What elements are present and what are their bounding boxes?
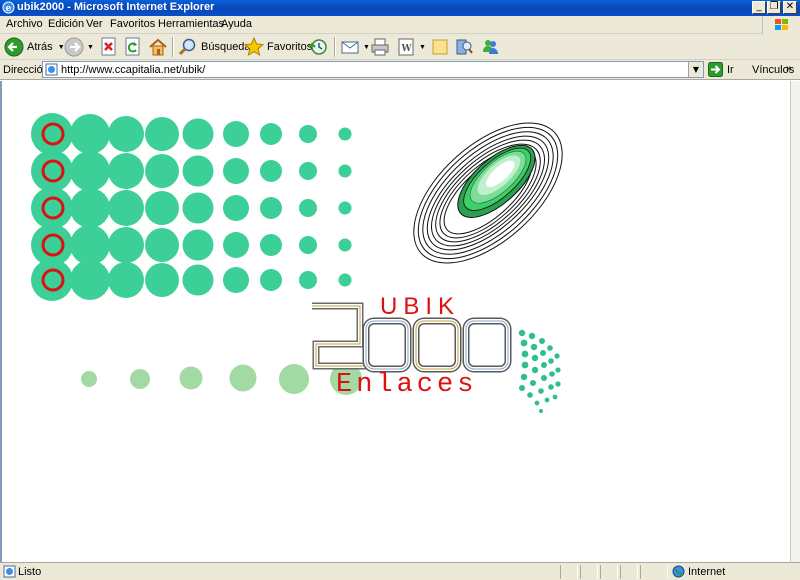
menu-archivo[interactable]: Archivo [6, 18, 43, 30]
menu-edicion[interactable]: Edición [48, 18, 84, 30]
favorites-star-icon [244, 37, 264, 57]
print-icon [371, 38, 389, 56]
page-icon [45, 63, 58, 76]
research-button[interactable] [454, 36, 474, 58]
research-icon [456, 39, 473, 55]
favorites-button[interactable]: Favoritos [244, 36, 312, 58]
favorites-label: Favoritos [267, 41, 313, 53]
restore-button[interactable]: ❐ [767, 1, 781, 14]
address-url: http://www.ccapitalia.net/ubik/ [61, 64, 206, 76]
logo-digit-zero [362, 317, 412, 373]
logo-ubik-text: UBIK [380, 293, 460, 320]
dot-column [70, 114, 110, 300]
mail-dropdown-icon[interactable]: ▼ [363, 44, 370, 51]
home-icon [149, 38, 167, 56]
page-viewport[interactable]: UBIK Enlaces [0, 81, 790, 562]
dot-column [145, 117, 179, 297]
dot-column [31, 113, 73, 301]
security-zone[interactable]: Internet [672, 565, 725, 578]
back-button[interactable]: Atrás ▼ [4, 36, 65, 58]
vertical-scrollbar[interactable] [790, 81, 800, 562]
windows-logo [762, 16, 800, 34]
search-icon [178, 38, 196, 56]
home-button[interactable] [148, 36, 168, 58]
links-chevron-icon[interactable]: » [786, 63, 792, 74]
toolbar-separator [334, 37, 336, 57]
back-arrow-icon [4, 37, 24, 57]
dot-column [108, 116, 144, 298]
forward-button[interactable]: ▼ [64, 36, 94, 58]
menu-bar: Archivo Edición Ver Favoritos Herramient… [0, 16, 800, 34]
dot-column [260, 123, 282, 291]
forward-dropdown-icon[interactable]: ▼ [87, 44, 94, 51]
page-canvas: UBIK Enlaces [31, 97, 587, 413]
refresh-icon [125, 37, 140, 56]
teal-dot-fan [518, 329, 561, 413]
logo-digit-zero [412, 317, 462, 373]
title-bar[interactable]: e ubik2000 - Microsoft Internet Explorer… [0, 0, 800, 16]
dot-column [299, 125, 317, 289]
zone-label: Internet [688, 565, 726, 578]
menu-favoritos[interactable]: Favoritos [110, 18, 155, 30]
mail-icon [341, 41, 359, 54]
address-bar: Dirección http://www.ccapitalia.net/ubik… [0, 60, 800, 80]
print-button[interactable] [370, 36, 390, 58]
history-button[interactable] [308, 36, 328, 58]
messenger-button[interactable] [480, 36, 500, 58]
ubik2000-logo[interactable]: UBIK Enlaces [312, 293, 561, 413]
logo-digit-two [312, 302, 366, 370]
address-dropdown-icon[interactable]: ▼ [688, 62, 703, 77]
dot-grid [31, 113, 352, 301]
refresh-button[interactable] [124, 36, 142, 58]
dot-column [182, 118, 214, 296]
toolbar-separator [172, 37, 174, 57]
window-title: ubik2000 - Microsoft Internet Explorer [17, 1, 215, 13]
search-button[interactable]: Búsqueda [178, 36, 251, 58]
contour-ellipses-graphic[interactable] [389, 97, 587, 289]
menu-ver[interactable]: Ver [86, 18, 103, 30]
svg-text:e: e [6, 4, 12, 14]
word-icon: W [398, 38, 414, 56]
messenger-icon [483, 40, 498, 54]
forward-arrow-icon [64, 37, 84, 57]
ie-app-icon: e [2, 1, 15, 14]
stop-button[interactable] [100, 36, 118, 58]
svg-text:W: W [401, 44, 413, 54]
close-button[interactable]: ✕ [783, 1, 797, 14]
discuss-button[interactable] [430, 36, 450, 58]
menu-ayuda[interactable]: Ayuda [221, 18, 252, 30]
stop-icon [101, 37, 116, 56]
status-panel [640, 565, 668, 579]
page-done-icon [3, 565, 16, 578]
status-bar: Listo Internet [0, 562, 800, 580]
go-arrow-icon [708, 62, 723, 77]
address-input[interactable]: http://www.ccapitalia.net/ubik/ ▼ [42, 61, 704, 78]
history-icon [308, 39, 327, 55]
dot-column [338, 127, 352, 287]
menu-herramientas[interactable]: Herramientas [158, 18, 224, 30]
go-label: Ir [727, 63, 734, 76]
discuss-note-icon [432, 39, 448, 55]
dot-column [223, 121, 249, 293]
status-panel [560, 565, 578, 579]
go-button[interactable]: Ir [708, 62, 734, 77]
internet-globe-icon [672, 565, 685, 578]
logo-digit-zero [462, 317, 512, 373]
status-panel [600, 565, 618, 579]
mail-button[interactable]: ▼ [340, 36, 370, 58]
edit-word-button[interactable]: W ▼ [396, 36, 426, 58]
logo-enlaces-text: Enlaces [336, 370, 477, 400]
status-panel [580, 565, 598, 579]
status-text: Listo [18, 566, 42, 578]
standard-toolbar: Atrás ▼ ▼ Búsqueda Favoritos ▼ W ▼ [0, 34, 800, 60]
edit-dropdown-icon[interactable]: ▼ [419, 44, 426, 51]
status-panel [620, 565, 638, 579]
minimize-button[interactable]: _ [752, 1, 766, 14]
back-label: Atrás [27, 41, 53, 53]
